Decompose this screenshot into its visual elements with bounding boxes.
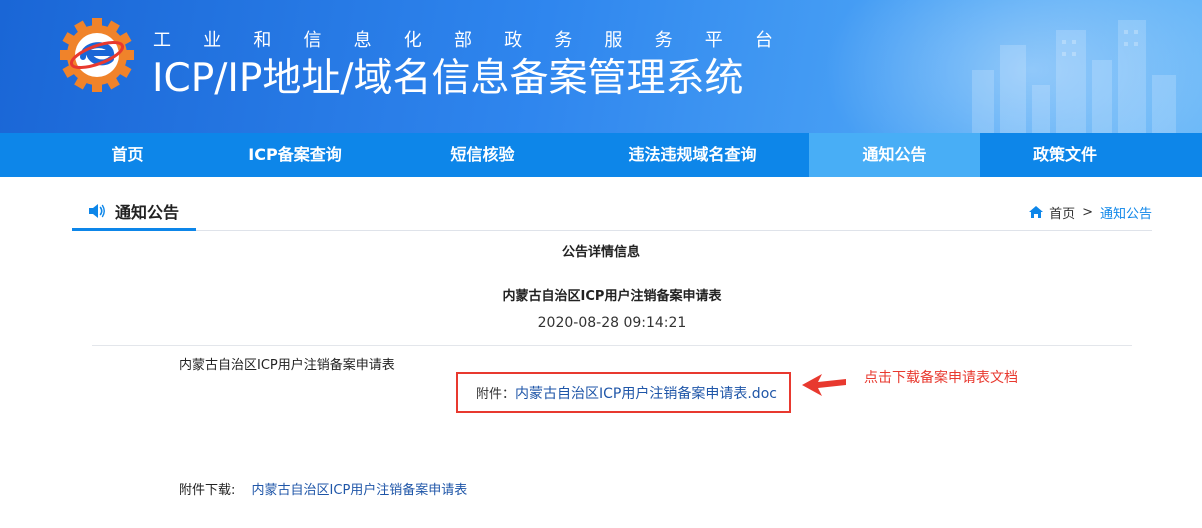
org-name-char: 平 bbox=[704, 30, 723, 51]
miit-logo-icon bbox=[60, 18, 134, 92]
download-link[interactable]: 内蒙古自治区ICP用户注销备案申请表 bbox=[252, 483, 468, 498]
attachment-file-link[interactable]: 内蒙古自治区ICP用户注销备案申请表.doc bbox=[515, 383, 777, 403]
header-banner: 工 业 和 信 息 化 部 政 务 服 务 平 台 ICP/IP地址/域名信息备… bbox=[0, 0, 1202, 133]
nav-item-icp-query[interactable]: ICP备案查询 bbox=[205, 133, 385, 177]
org-name-char: 台 bbox=[754, 30, 773, 51]
nav-item-policy-docs[interactable]: 政策文件 bbox=[985, 133, 1145, 177]
org-name-char: 服 bbox=[604, 30, 623, 51]
org-name-char: 化 bbox=[403, 30, 422, 51]
org-name-char: 务 bbox=[554, 30, 573, 51]
notice-title: 内蒙古自治区ICP用户注销备案申请表 bbox=[502, 289, 722, 304]
download-label: 附件下载: bbox=[179, 483, 236, 498]
breadcrumb-home-link[interactable]: 首页 bbox=[1049, 203, 1075, 222]
nav-item-notices[interactable]: 通知公告 bbox=[809, 133, 980, 177]
org-name-char: 和 bbox=[253, 30, 272, 51]
breadcrumb: 首页 > 通知公告 bbox=[1029, 202, 1152, 222]
arrow-left-icon bbox=[802, 374, 846, 396]
section-title: 通知公告 bbox=[115, 202, 180, 222]
home-icon bbox=[1029, 206, 1044, 218]
notice-date: 2020-08-28 09:14:21 bbox=[537, 315, 687, 331]
org-name-char: 务 bbox=[654, 30, 673, 51]
nav-item-home[interactable]: 首页 bbox=[60, 133, 195, 177]
city-skyline-decoration bbox=[972, 20, 1176, 133]
org-name: 工 业 和 信 息 化 部 政 务 服 务 平 台 bbox=[153, 26, 773, 52]
detail-heading: 公告详情信息 bbox=[561, 245, 640, 260]
main-nav: 首页 ICP备案查询 短信核验 违法违规域名查询 通知公告 政策文件 bbox=[0, 133, 1202, 177]
notice-body-text: 内蒙古自治区ICP用户注销备案申请表 bbox=[179, 358, 395, 373]
breadcrumb-separator: > bbox=[1082, 204, 1093, 220]
breadcrumb-current[interactable]: 通知公告 bbox=[1100, 203, 1152, 222]
download-annotation: 点击下载备案申请表文档 bbox=[864, 370, 1018, 386]
attachment-highlight-box: 附件： 内蒙古自治区ICP用户注销备案申请表.doc bbox=[456, 372, 791, 413]
section-tab: 通知公告 bbox=[72, 193, 196, 231]
attachment-download-row: 附件下载: 内蒙古自治区ICP用户注销备案申请表 bbox=[179, 479, 467, 498]
system-title: ICP/IP地址/域名信息备案管理系统 bbox=[152, 56, 744, 101]
speaker-icon bbox=[89, 203, 105, 218]
nav-item-sms-verify[interactable]: 短信核验 bbox=[395, 133, 570, 177]
nav-item-illegal-domain-query[interactable]: 违法违规域名查询 bbox=[580, 133, 805, 177]
attachment-label: 附件： bbox=[476, 387, 516, 402]
org-name-char: 业 bbox=[203, 30, 222, 51]
content-divider bbox=[92, 345, 1132, 346]
org-name-char: 部 bbox=[453, 30, 472, 51]
org-name-char: 信 bbox=[303, 30, 322, 51]
org-name-char: 息 bbox=[353, 30, 372, 51]
org-name-char: 工 bbox=[153, 30, 171, 51]
org-name-char: 政 bbox=[504, 30, 523, 51]
section-header: 通知公告 首页 > 通知公告 bbox=[72, 193, 1152, 231]
